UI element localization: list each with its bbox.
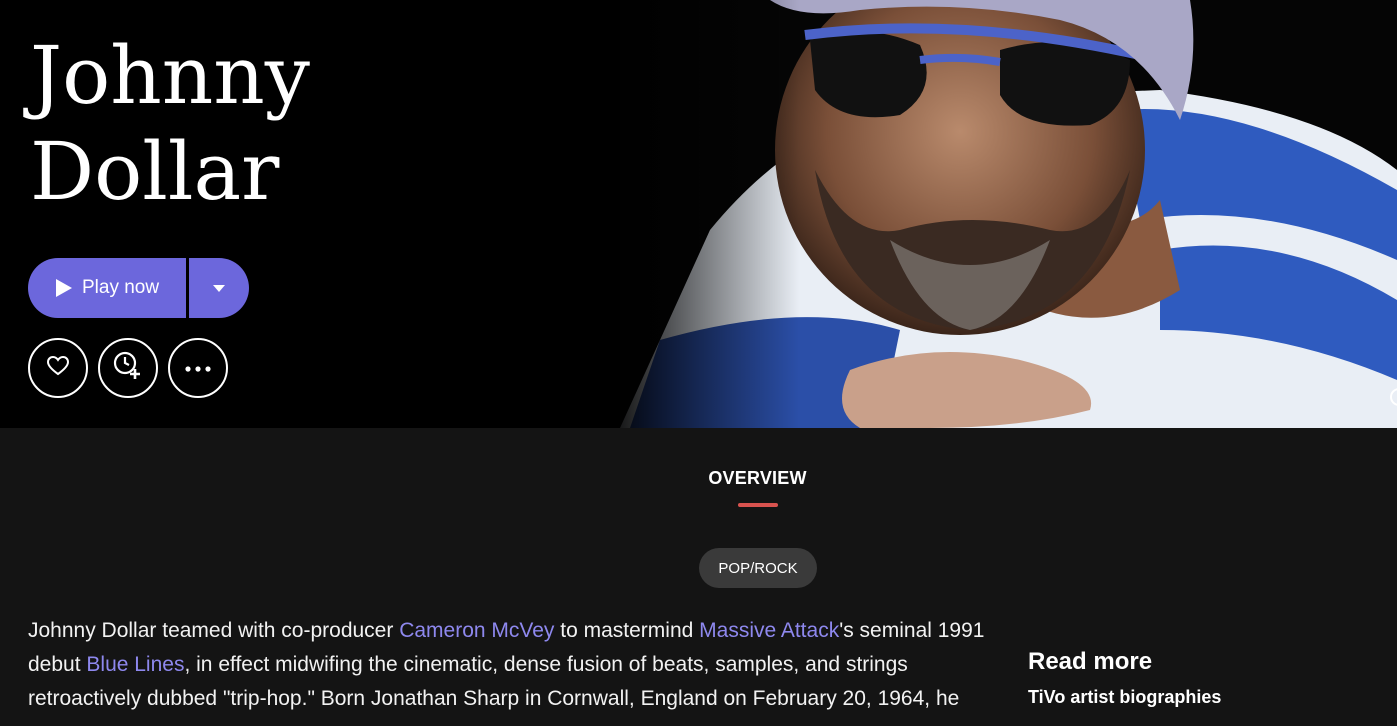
- tab-overview[interactable]: OVERVIEW: [0, 468, 1397, 489]
- link-cameron-mcvey[interactable]: Cameron McVey: [399, 619, 554, 642]
- more-dots-icon: [185, 359, 211, 377]
- artist-name: Johnny Dollar: [30, 29, 310, 218]
- heart-icon: [46, 355, 70, 381]
- bio-text: to mastermind: [554, 619, 700, 642]
- play-options-dropdown[interactable]: [189, 258, 249, 318]
- play-icon: [56, 279, 72, 297]
- link-massive-attack[interactable]: Massive Attack: [699, 619, 839, 642]
- tab-active-indicator: [738, 503, 778, 507]
- artist-photo-image: [600, 0, 1397, 428]
- favorite-button[interactable]: [28, 338, 88, 398]
- read-more-heading: Read more: [1028, 648, 1153, 675]
- read-more-source[interactable]: TiVo artist biographies: [1028, 687, 1221, 708]
- play-now-button[interactable]: Play now: [28, 258, 186, 318]
- play-controls: Play now: [28, 258, 249, 318]
- bio-text: Johnny Dollar teamed with co-producer: [28, 619, 400, 642]
- play-now-label: Play now: [82, 277, 160, 298]
- artist-hero: Johnny Dollar Play now: [0, 0, 1397, 428]
- artist-action-buttons: [28, 338, 228, 398]
- caret-down-icon: [213, 279, 225, 297]
- link-blue-lines[interactable]: Blue Lines: [86, 653, 184, 676]
- more-options-button[interactable]: [168, 338, 228, 398]
- artist-photo: [600, 0, 1397, 428]
- artist-biography: Johnny Dollar teamed with co-producer Ca…: [28, 614, 988, 716]
- add-to-library-button[interactable]: [98, 338, 158, 398]
- genre-tag[interactable]: POP/ROCK: [699, 548, 817, 588]
- clock-add-icon: [112, 350, 144, 387]
